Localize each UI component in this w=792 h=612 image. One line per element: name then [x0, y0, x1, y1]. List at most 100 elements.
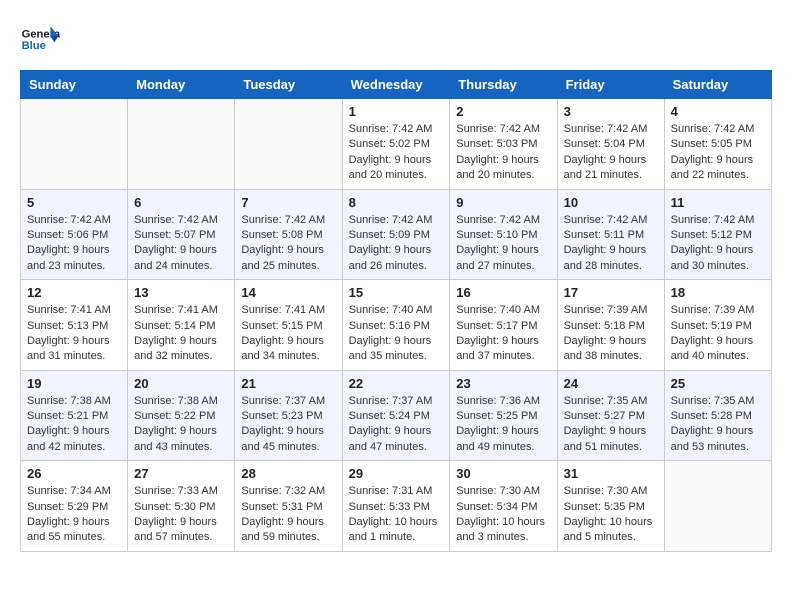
calendar-day-10: 10 Sunrise: 7:42 AM Sunset: 5:11 PM Dayli… — [557, 189, 664, 280]
day-number: 14 — [241, 285, 335, 300]
calendar-empty-cell — [21, 99, 128, 190]
day-info: Sunrise: 7:35 AM Sunset: 5:27 PM Dayligh… — [564, 394, 658, 456]
day-number: 25 — [671, 376, 765, 391]
calendar-day-1: 1 Sunrise: 7:42 AM Sunset: 5:02 PM Daylig… — [342, 99, 450, 190]
day-number: 28 — [241, 466, 335, 481]
calendar-day-6: 6Sunrise: 7:42 AM Sunset: 5:07 PM Daylig… — [128, 189, 235, 280]
day-number: 19 — [27, 376, 121, 391]
calendar-day-7: 7Sunrise: 7:42 AM Sunset: 5:08 PM Daylig… — [235, 189, 342, 280]
calendar-week-row: 1 Sunrise: 7:42 AM Sunset: 5:02 PM Daylig… — [21, 99, 772, 190]
day-number: 27 — [134, 466, 228, 481]
calendar-day-28: 28 Sunrise: 7:32 AM Sunset: 5:31 PM Dayli… — [235, 461, 342, 552]
day-number: 18 — [671, 285, 765, 300]
calendar-day-16: 16 Sunrise: 7:40 AM Sunset: 5:17 PM Dayli… — [450, 280, 557, 371]
svg-text:Blue: Blue — [22, 40, 46, 52]
day-number: 12 — [27, 285, 121, 300]
day-info: Sunrise: 7:42 AM Sunset: 5:03 PM Dayligh… — [456, 122, 550, 184]
day-number: 31 — [564, 466, 658, 481]
page-header: General Blue — [20, 20, 772, 60]
calendar-empty-cell — [664, 461, 771, 552]
calendar-day-5: 5Sunrise: 7:42 AM Sunset: 5:06 PM Daylig… — [21, 189, 128, 280]
day-info: Sunrise: 7:30 AM Sunset: 5:34 PM Dayligh… — [456, 484, 550, 546]
calendar-day-9: 9 Sunrise: 7:42 AM Sunset: 5:10 PM Daylig… — [450, 189, 557, 280]
day-number: 13 — [134, 285, 228, 300]
day-number: 11 — [671, 195, 765, 210]
calendar-day-17: 17 Sunrise: 7:39 AM Sunset: 5:18 PM Dayli… — [557, 280, 664, 371]
day-info: Sunrise: 7:31 AM Sunset: 5:33 PM Dayligh… — [349, 484, 444, 546]
day-number: 30 — [456, 466, 550, 481]
weekday-header-friday: Friday — [557, 71, 664, 99]
day-number: 16 — [456, 285, 550, 300]
calendar-day-30: 30 Sunrise: 7:30 AM Sunset: 5:34 PM Dayli… — [450, 461, 557, 552]
calendar-day-31: 31 Sunrise: 7:30 AM Sunset: 5:35 PM Dayli… — [557, 461, 664, 552]
day-number: 23 — [456, 376, 550, 391]
day-info: Sunrise: 7:42 AM Sunset: 5:06 PM Dayligh… — [27, 213, 121, 275]
day-number: 3 — [564, 104, 658, 119]
day-info: Sunrise: 7:39 AM Sunset: 5:18 PM Dayligh… — [564, 303, 658, 365]
calendar-day-15: 15 Sunrise: 7:40 AM Sunset: 5:16 PM Dayli… — [342, 280, 450, 371]
weekday-header-tuesday: Tuesday — [235, 71, 342, 99]
calendar-day-3: 3 Sunrise: 7:42 AM Sunset: 5:04 PM Daylig… — [557, 99, 664, 190]
calendar-day-18: 18 Sunrise: 7:39 AM Sunset: 5:19 PM Dayli… — [664, 280, 771, 371]
calendar-day-22: 22 Sunrise: 7:37 AM Sunset: 5:24 PM Dayli… — [342, 370, 450, 461]
day-info: Sunrise: 7:37 AM Sunset: 5:24 PM Dayligh… — [349, 394, 444, 456]
day-number: 1 — [349, 104, 444, 119]
day-number: 9 — [456, 195, 550, 210]
calendar-day-13: 13 Sunrise: 7:41 AM Sunset: 5:14 PM Dayli… — [128, 280, 235, 371]
weekday-header-saturday: Saturday — [664, 71, 771, 99]
weekday-header-monday: Monday — [128, 71, 235, 99]
day-number: 10 — [564, 195, 658, 210]
calendar-empty-cell — [235, 99, 342, 190]
day-info: Sunrise: 7:42 AM Sunset: 5:02 PM Dayligh… — [349, 122, 444, 184]
calendar-day-27: 27Sunrise: 7:33 AM Sunset: 5:30 PM Dayli… — [128, 461, 235, 552]
day-info: Sunrise: 7:34 AM Sunset: 5:29 PM Dayligh… — [27, 484, 121, 546]
day-number: 20 — [134, 376, 228, 391]
day-info: Sunrise: 7:30 AM Sunset: 5:35 PM Dayligh… — [564, 484, 658, 546]
calendar-week-row: 12Sunrise: 7:41 AM Sunset: 5:13 PM Dayli… — [21, 280, 772, 371]
calendar-day-14: 14 Sunrise: 7:41 AM Sunset: 5:15 PM Dayli… — [235, 280, 342, 371]
logo-icon: General Blue — [20, 20, 60, 60]
day-number: 6 — [134, 195, 228, 210]
weekday-header-row: SundayMondayTuesdayWednesdayThursdayFrid… — [21, 71, 772, 99]
calendar-week-row: 26Sunrise: 7:34 AM Sunset: 5:29 PM Dayli… — [21, 461, 772, 552]
day-info: Sunrise: 7:35 AM Sunset: 5:28 PM Dayligh… — [671, 394, 765, 456]
calendar-day-2: 2 Sunrise: 7:42 AM Sunset: 5:03 PM Daylig… — [450, 99, 557, 190]
calendar-week-row: 5Sunrise: 7:42 AM Sunset: 5:06 PM Daylig… — [21, 189, 772, 280]
weekday-header-wednesday: Wednesday — [342, 71, 450, 99]
calendar-day-12: 12Sunrise: 7:41 AM Sunset: 5:13 PM Dayli… — [21, 280, 128, 371]
calendar-day-4: 4 Sunrise: 7:42 AM Sunset: 5:05 PM Daylig… — [664, 99, 771, 190]
calendar-day-11: 11 Sunrise: 7:42 AM Sunset: 5:12 PM Dayli… — [664, 189, 771, 280]
calendar-day-29: 29 Sunrise: 7:31 AM Sunset: 5:33 PM Dayli… — [342, 461, 450, 552]
calendar-day-26: 26Sunrise: 7:34 AM Sunset: 5:29 PM Dayli… — [21, 461, 128, 552]
day-number: 22 — [349, 376, 444, 391]
day-info: Sunrise: 7:42 AM Sunset: 5:11 PM Dayligh… — [564, 213, 658, 275]
calendar-empty-cell — [128, 99, 235, 190]
day-info: Sunrise: 7:40 AM Sunset: 5:16 PM Dayligh… — [349, 303, 444, 365]
day-number: 24 — [564, 376, 658, 391]
day-number: 8 — [349, 195, 444, 210]
day-info: Sunrise: 7:40 AM Sunset: 5:17 PM Dayligh… — [456, 303, 550, 365]
day-info: Sunrise: 7:41 AM Sunset: 5:15 PM Dayligh… — [241, 303, 335, 365]
calendar-day-19: 19 Sunrise: 7:38 AM Sunset: 5:21 PM Dayli… — [21, 370, 128, 461]
day-info: Sunrise: 7:36 AM Sunset: 5:25 PM Dayligh… — [456, 394, 550, 456]
day-info: Sunrise: 7:38 AM Sunset: 5:21 PM Dayligh… — [27, 394, 121, 456]
day-number: 4 — [671, 104, 765, 119]
calendar-day-23: 23 Sunrise: 7:36 AM Sunset: 5:25 PM Dayli… — [450, 370, 557, 461]
weekday-header-sunday: Sunday — [21, 71, 128, 99]
calendar-day-20: 20Sunrise: 7:38 AM Sunset: 5:22 PM Dayli… — [128, 370, 235, 461]
day-number: 29 — [349, 466, 444, 481]
weekday-header-thursday: Thursday — [450, 71, 557, 99]
day-info: Sunrise: 7:42 AM Sunset: 5:04 PM Dayligh… — [564, 122, 658, 184]
day-number: 2 — [456, 104, 550, 119]
day-info: Sunrise: 7:42 AM Sunset: 5:12 PM Dayligh… — [671, 213, 765, 275]
day-info: Sunrise: 7:41 AM Sunset: 5:14 PM Dayligh… — [134, 303, 228, 365]
calendar-day-21: 21Sunrise: 7:37 AM Sunset: 5:23 PM Dayli… — [235, 370, 342, 461]
day-info: Sunrise: 7:39 AM Sunset: 5:19 PM Dayligh… — [671, 303, 765, 365]
day-info: Sunrise: 7:42 AM Sunset: 5:10 PM Dayligh… — [456, 213, 550, 275]
logo: General Blue — [20, 20, 65, 60]
calendar-table: SundayMondayTuesdayWednesdayThursdayFrid… — [20, 70, 772, 552]
day-number: 17 — [564, 285, 658, 300]
day-info: Sunrise: 7:42 AM Sunset: 5:05 PM Dayligh… — [671, 122, 765, 184]
day-number: 15 — [349, 285, 444, 300]
day-info: Sunrise: 7:32 AM Sunset: 5:31 PM Dayligh… — [241, 484, 335, 546]
